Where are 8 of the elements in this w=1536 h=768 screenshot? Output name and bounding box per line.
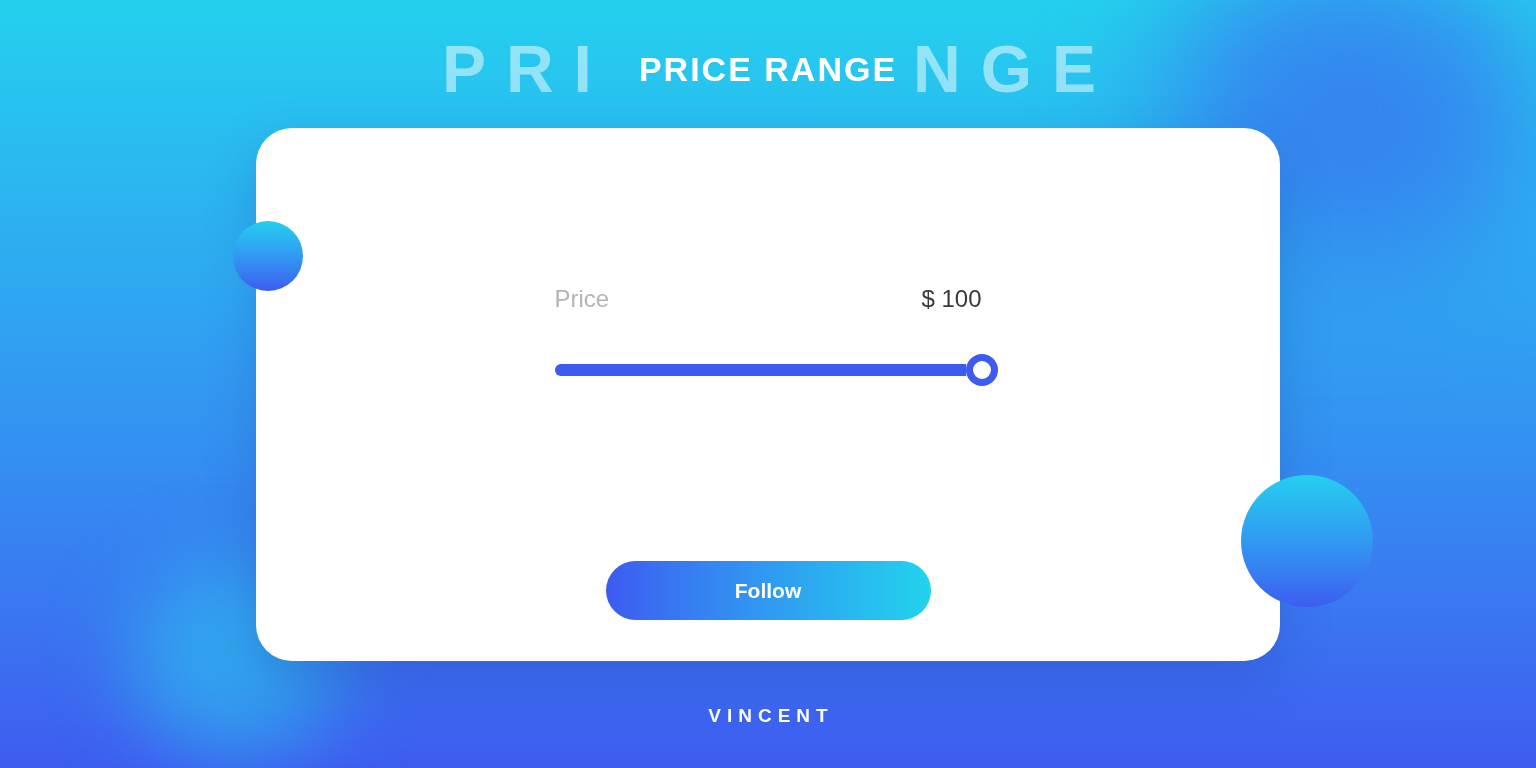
follow-button[interactable]: Follow [605,561,931,620]
background-title-text: NGE [913,36,1117,102]
background-title-text: PRI [441,36,612,102]
price-value: $ 100 [921,287,982,311]
price-label: Price [554,287,610,311]
page-title: PRICE RANGE [638,52,898,86]
brand-logo-text: VINCENT [708,705,834,726]
slider-thumb[interactable] [965,354,998,386]
